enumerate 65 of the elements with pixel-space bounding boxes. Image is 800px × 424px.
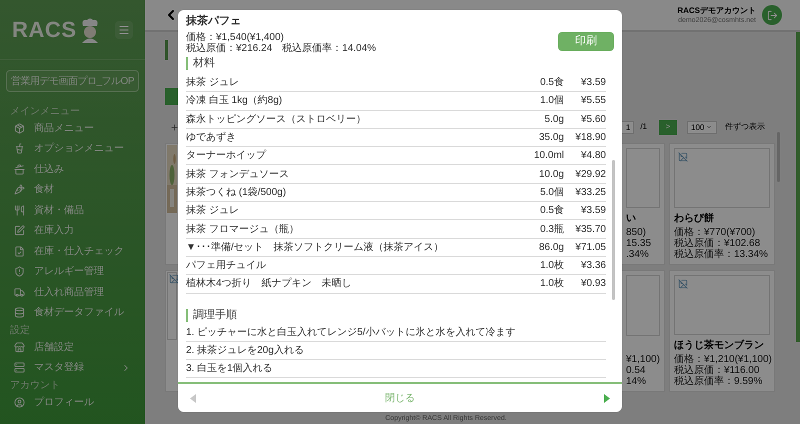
sidebar-item[interactable]: 仕込み [0, 159, 145, 180]
dialog-title: 抹茶パフェ [186, 14, 242, 28]
product-card[interactable]: ほうじ茶モンブラン 価格：¥1,210(¥1,100) 税込原価：¥116.00 税込原価率：9.59% [669, 270, 775, 392]
product-info: 15.35 [626, 238, 652, 249]
cost-rate-text: 税込原価率：14.04% [282, 43, 376, 54]
ingredient-row: 森永トッピングソース（ストロベリー） 5.0g ¥5.60 [186, 110, 606, 129]
close-button[interactable]: 閉じる [385, 390, 415, 406]
sidebar-item[interactable]: 食材 [0, 180, 145, 200]
step-text: 2. 抹茶ジュレを20g入れる [186, 342, 606, 360]
cost-text: 税込原価：¥216.24 [186, 43, 272, 54]
ingredient-row: 抹茶 ジュレ 0.5食 ¥3.59 [186, 74, 606, 92]
step-text: 3. 白玉を1個入れる [186, 360, 606, 378]
ingredient-row: 抹茶 フォンデュソース 10.0g ¥29.92 [186, 165, 606, 184]
product-title: ほうじ茶モンブラン [674, 339, 765, 352]
sidebar-item[interactable]: オプションメニュー [0, 138, 145, 159]
sidebar-item[interactable]: 商品メニュー [0, 118, 145, 138]
ingredient-row: 抹茶 フロマージュ（瓶） 0.3瓶 ¥35.70 [186, 220, 606, 239]
step-text: 1. ピッチャーに水と白玉入れてレンジ5/小バットに氷と水を入れて冷ます [186, 324, 606, 342]
product-info: 税込原価率：13.34% [674, 249, 769, 260]
page-total: /1 [640, 121, 647, 133]
sidebar-item[interactable]: 店舗設定 [0, 337, 145, 358]
print-button[interactable]: 印刷 [558, 32, 614, 51]
ingredient-row: ターナーホイップ 10.0ml ¥4.80 [186, 147, 606, 166]
user-name: RACSデモアカウント [677, 6, 756, 16]
sidebar-item[interactable]: 在庫・仕入チェック [0, 241, 145, 262]
sidebar-item[interactable]: 食材データファイル [0, 302, 145, 323]
product-info: 税込原価：¥116.00 [674, 365, 760, 376]
sidebar-item[interactable]: 資材・備品 [0, 200, 145, 220]
product-card[interactable]: わらび餅 価格：¥770(¥700) 税込原価：¥102.68 税込原価率：13.34% [669, 143, 775, 265]
price-text: 価格：¥1,540(¥1,400) [186, 32, 284, 43]
product-info: 価格：¥1,210(¥1,100) [674, 354, 770, 365]
product-card[interactable]: い 850) 15.35 .34% [621, 143, 665, 265]
sidebar-item[interactable]: プロフィール [0, 392, 145, 412]
ingredient-row: 植林木4つ折り 紙ナプキン 未晒し 1.0枚 ¥0.93 [186, 275, 606, 294]
ingredient-row: パフェ用チュイル 1.0枚 ¥3.36 [186, 256, 606, 276]
per-page-select[interactable]: 100 [687, 120, 717, 134]
sidebar-item[interactable]: 在庫入力 [0, 220, 145, 241]
logo-text: RACS [12, 16, 77, 44]
ingredient-row: 抹茶 ジュレ 0.5食 ¥3.59 [186, 202, 606, 220]
product-info: 税込原価率：9.59% [674, 376, 764, 387]
per-page-label: 件ずつ表示 [725, 121, 765, 133]
product-info: 0.54 [626, 365, 646, 376]
product-title: わらび餅 [674, 212, 715, 225]
product-info: 税込原価：¥102.68 [674, 238, 762, 249]
product-info: 14% [626, 376, 648, 387]
ingredient-row: 抹茶つくね (1袋/500g) 5.0個 ¥33.25 [186, 184, 606, 202]
product-info: 価格：¥770(¥700) [674, 227, 756, 238]
ingredient-row: 冷凍 白玉 1kg（約8g) 1.0個 ¥5.55 [186, 92, 606, 111]
product-info: 850) [626, 227, 648, 238]
product-card[interactable]: ¥1,100) 0.54 14% [621, 270, 665, 392]
sidebar-item[interactable]: 仕入れ商品管理 [0, 282, 145, 302]
next-page-button[interactable]: > [659, 120, 677, 134]
ingredient-row: ▼･･･準備/セット 抹茶ソフトクリーム液（抹茶アイス） 86.0g ¥71.05 [186, 238, 606, 257]
section-heading: アカウント [9, 380, 61, 392]
product-info: ¥1,100) [626, 354, 660, 365]
sidebar-item[interactable]: マスタ登録 [0, 358, 145, 378]
store-select[interactable]: 営業用デモ画面プロ_フルOP [6, 70, 139, 92]
ingredient-row: ゆであずき 35.0g ¥18.90 [186, 128, 606, 148]
section-heading: 材料 [186, 57, 606, 70]
product-title: い [626, 212, 637, 225]
section-heading: 調理手順 [186, 308, 606, 322]
section-heading: 設定 [9, 325, 31, 337]
product-info: .34% [626, 249, 650, 260]
section-heading: メインメニュー [9, 106, 81, 118]
sidebar-item[interactable]: アレルギー管理 [0, 262, 145, 282]
